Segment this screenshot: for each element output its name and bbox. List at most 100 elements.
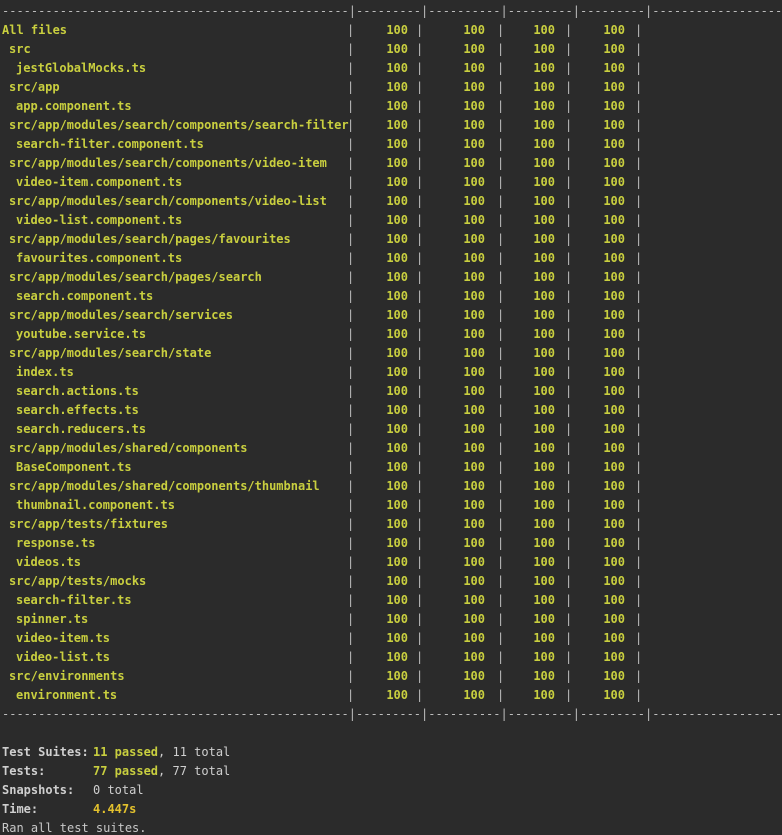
column-divider: | [416,42,424,56]
stmts-value: 100 [386,270,408,284]
column-divider: | [347,631,355,645]
file-name: src/app/modules/search/services [9,308,233,322]
column-divider: | [497,441,505,455]
column-divider: | [635,650,643,664]
column-divider: | [497,555,505,569]
funcs-value: 100 [533,517,555,531]
column-divider: | [565,99,573,113]
file-name: src/app/modules/search/pages/favourites [9,232,291,246]
funcs-value: 100 [533,536,555,550]
summary-label: Test Suites: [2,745,89,759]
branch-value: 100 [463,498,485,512]
column-divider: | [497,365,505,379]
column-divider: | [565,403,573,417]
branch-value: 100 [463,251,485,265]
funcs-value: 100 [533,23,555,37]
column-divider: | [416,479,424,493]
stmts-value: 100 [386,479,408,493]
column-divider: | [565,479,573,493]
funcs-value: 100 [533,80,555,94]
lines-value: 100 [603,270,625,284]
column-divider: | [416,403,424,417]
column-divider: | [347,669,355,683]
funcs-value: 100 [533,156,555,170]
stmts-value: 100 [386,688,408,702]
branch-value: 100 [463,650,485,664]
lines-value: 100 [603,308,625,322]
column-divider: | [497,422,505,436]
funcs-value: 100 [533,327,555,341]
summary-time: Time: 4.447s [0,800,782,819]
table-row: favourites.component.ts | | | | | 100 100 100 100 [0,249,782,268]
column-divider: | [565,346,573,360]
column-divider: | [635,289,643,303]
column-divider: | [416,175,424,189]
column-divider: | [635,669,643,683]
branch-value: 100 [463,555,485,569]
table-row: video-item.component.ts | | | | | 100 100 100 100 [0,173,782,192]
branch-value: 100 [463,213,485,227]
column-divider: | [635,137,643,151]
stmts-value: 100 [386,612,408,626]
branch-value: 100 [463,61,485,75]
lines-value: 100 [603,118,625,132]
stmts-value: 100 [386,555,408,569]
column-divider: | [347,118,355,132]
lines-value: 100 [603,80,625,94]
column-divider: | [416,555,424,569]
column-divider: | [497,61,505,75]
branch-value: 100 [463,669,485,683]
lines-value: 100 [603,23,625,37]
table-row: src/app/modules/search/pages/search | | | | |… [0,268,782,287]
file-name: video-list.component.ts [16,213,183,227]
file-name: All files [2,23,68,37]
lines-value: 100 [603,384,625,398]
column-divider: | [565,80,573,94]
table-row: src/app/modules/search/services | | | | | 100 1… [0,306,782,325]
branch-value: 100 [463,346,485,360]
branch-value: 100 [463,460,485,474]
column-divider: | [565,270,573,284]
lines-value: 100 [603,479,625,493]
column-divider: | [347,99,355,113]
column-divider: | [565,460,573,474]
stmts-value: 100 [386,593,408,607]
column-divider: | [347,479,355,493]
column-divider: | [565,536,573,550]
lines-value: 100 [603,403,625,417]
lines-value: 100 [603,365,625,379]
column-divider: | [635,517,643,531]
column-divider: | [347,574,355,588]
column-divider: | [635,612,643,626]
file-name: thumbnail.component.ts [16,498,175,512]
lines-value: 100 [603,61,625,75]
column-divider: | [635,441,643,455]
column-divider: | [565,327,573,341]
branch-value: 100 [463,270,485,284]
column-divider: | [347,422,355,436]
funcs-value: 100 [533,289,555,303]
column-divider: | [497,80,505,94]
lines-value: 100 [603,422,625,436]
total-count: , 77 total [158,764,231,778]
stmts-value: 100 [386,80,408,94]
column-divider: | [416,80,424,94]
file-name: src/app/modules/shared/components [9,441,248,455]
column-divider: | [497,574,505,588]
stmts-value: 100 [386,346,408,360]
column-divider: | [416,688,424,702]
column-divider: | [347,536,355,550]
funcs-value: 100 [533,99,555,113]
lines-value: 100 [603,42,625,56]
branch-value: 100 [463,536,485,550]
column-divider: | [347,384,355,398]
column-divider: | [565,631,573,645]
funcs-value: 100 [533,631,555,645]
file-name: search.reducers.ts [16,422,147,436]
column-divider: | [565,688,573,702]
branch-value: 100 [463,42,485,56]
stmts-value: 100 [386,631,408,645]
lines-value: 100 [603,574,625,588]
column-divider: | [565,422,573,436]
branch-value: 100 [463,289,485,303]
